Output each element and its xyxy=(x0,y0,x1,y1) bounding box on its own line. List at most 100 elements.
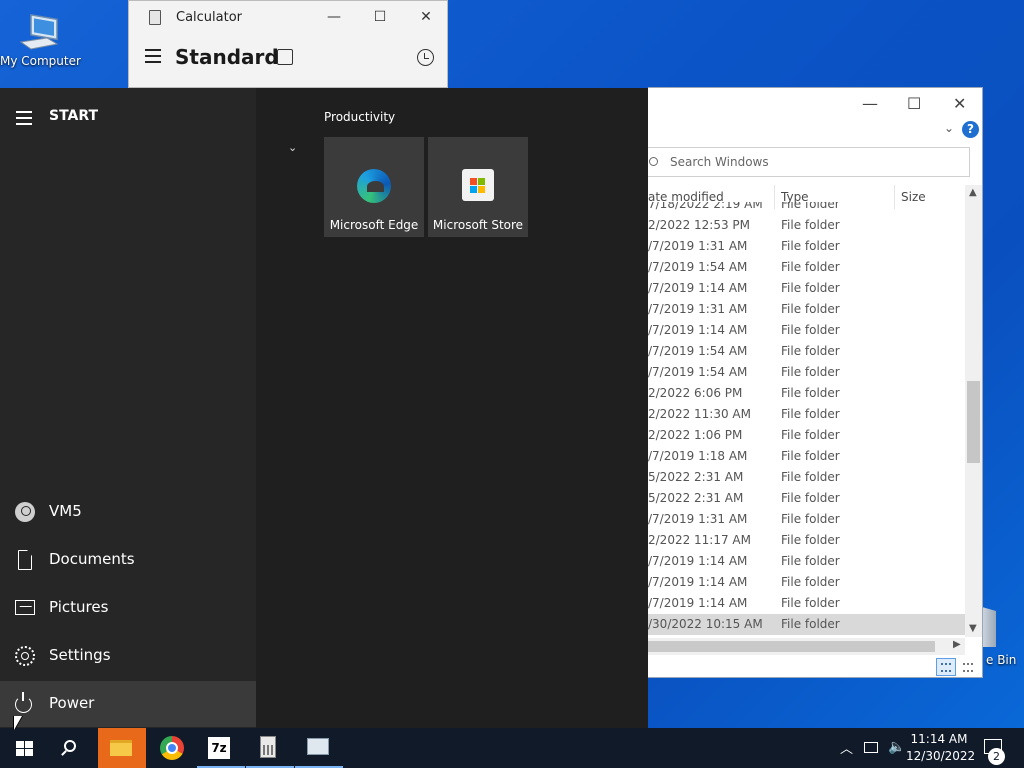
windows-logo-icon xyxy=(16,741,33,756)
taskbar-file-explorer[interactable] xyxy=(98,728,146,768)
start-menu: START VM5 Documents Pictures Settings Po… xyxy=(0,88,648,728)
taskbar-search-button[interactable] xyxy=(48,728,96,768)
window-title: Calculator xyxy=(176,10,243,25)
taskbar-remote-desktop[interactable] xyxy=(295,728,343,768)
row-type: File folder xyxy=(781,617,840,631)
row-date: 2/2022 11:30 AM xyxy=(648,407,751,421)
keep-on-top-icon[interactable] xyxy=(277,49,293,65)
row-type: File folder xyxy=(781,533,840,547)
user-avatar-icon xyxy=(15,502,35,522)
details-view-icon[interactable] xyxy=(936,658,956,676)
history-icon[interactable] xyxy=(417,49,434,66)
start-item-label: Documents xyxy=(49,550,135,568)
network-icon[interactable] xyxy=(864,742,878,753)
calculator-titlebar[interactable]: Calculator — ☐ ✕ xyxy=(129,1,447,35)
table-row[interactable]: /7/2019 1:14 AM File folder xyxy=(648,278,965,299)
row-type: File folder xyxy=(781,344,840,358)
table-row[interactable]: /7/2019 1:14 AM File folder xyxy=(648,320,965,341)
volume-icon[interactable]: 🔈 xyxy=(888,739,905,755)
desktop-icon-my-computer[interactable]: My Computer xyxy=(0,8,81,68)
table-row[interactable]: 5/2022 2:31 AM File folder xyxy=(648,488,965,509)
row-type: File folder xyxy=(781,449,840,463)
minimize-button[interactable]: — xyxy=(326,9,342,25)
hamburger-menu-icon[interactable] xyxy=(16,111,32,129)
close-button[interactable]: ✕ xyxy=(418,9,434,25)
table-row[interactable]: /7/2019 1:14 AM File folder xyxy=(648,593,965,614)
maximize-button[interactable]: ☐ xyxy=(372,9,388,25)
start-item-settings[interactable]: Settings xyxy=(0,633,256,679)
notification-count-badge: 2 xyxy=(988,748,1005,765)
table-row[interactable]: /7/2019 1:31 AM File folder xyxy=(648,509,965,530)
start-menu-sidebar: START VM5 Documents Pictures Settings Po… xyxy=(0,88,256,728)
show-hidden-icons-chevron-icon[interactable]: ︿ xyxy=(840,738,853,757)
row-type: File folder xyxy=(781,512,840,526)
row-date: /7/2019 1:31 AM xyxy=(648,239,748,253)
table-row[interactable]: /7/2019 1:31 AM File folder xyxy=(648,236,965,257)
table-row[interactable]: /7/2019 1:54 AM File folder xyxy=(648,257,965,278)
calculator-mode-title: Standard xyxy=(175,45,279,69)
large-icons-view-icon[interactable] xyxy=(958,658,978,676)
row-date: 7/18/2022 2:19 AM xyxy=(648,202,763,211)
maximize-button[interactable]: ☐ xyxy=(907,94,921,113)
start-item-label: VM5 xyxy=(49,502,82,520)
minimize-button[interactable]: — xyxy=(862,94,878,113)
calculator-window[interactable]: Calculator — ☐ ✕ Standard xyxy=(128,0,448,88)
mouse-cursor-icon xyxy=(14,716,22,730)
table-row[interactable]: /7/2019 1:14 AM File folder xyxy=(648,551,965,572)
table-row[interactable]: 7/18/2022 2:19 AM File folder xyxy=(648,202,965,215)
table-row[interactable]: /7/2019 1:54 AM File folder xyxy=(648,362,965,383)
table-row[interactable]: 2/2022 1:06 PM File folder xyxy=(648,425,965,446)
table-row[interactable]: /7/2019 1:14 AM File folder xyxy=(648,572,965,593)
taskbar-7zip[interactable]: 7z xyxy=(197,728,245,768)
table-row[interactable]: 2/2022 11:17 AM File folder xyxy=(648,530,965,551)
taskbar: 7z ︿ 🔈 11:14 AM 12/30/2022 2 xyxy=(0,728,1024,768)
file-explorer-window[interactable]: — ☐ ✕ ⌄ ? Search Windows ate modified Ty… xyxy=(644,87,983,678)
search-input[interactable]: Search Windows xyxy=(644,147,970,177)
system-clock[interactable]: 11:14 AM 12/30/2022 xyxy=(906,731,975,765)
start-button[interactable] xyxy=(0,728,48,768)
row-type: File folder xyxy=(781,239,840,253)
start-item-documents[interactable]: Documents xyxy=(0,537,256,583)
table-row[interactable]: /7/2019 1:54 AM File folder xyxy=(648,341,965,362)
chevron-down-icon[interactable]: ⌄ xyxy=(288,141,297,154)
chrome-icon xyxy=(160,736,184,760)
taskbar-calculator[interactable] xyxy=(246,728,294,768)
search-icon xyxy=(649,157,658,166)
start-item-user[interactable]: VM5 xyxy=(0,489,256,535)
start-item-pictures[interactable]: Pictures xyxy=(0,585,256,631)
taskbar-chrome[interactable] xyxy=(148,728,196,768)
desktop-icon-recycle-bin[interactable]: e Bin xyxy=(982,603,1024,673)
table-row-selected[interactable]: /30/2022 10:15 AM File folder xyxy=(648,614,965,635)
view-toggle xyxy=(936,658,980,676)
tile-group-label[interactable]: Productivity xyxy=(324,110,395,124)
horizontal-scrollbar[interactable]: ▶ xyxy=(648,638,965,655)
scrollbar-thumb[interactable] xyxy=(648,641,935,652)
hamburger-menu-icon[interactable] xyxy=(145,49,161,67)
table-row[interactable]: 5/2022 2:31 AM File folder xyxy=(648,467,965,488)
scrollbar-thumb[interactable] xyxy=(967,381,980,463)
vertical-scrollbar[interactable]: ▲ ▼ xyxy=(965,185,982,637)
recycle-bin-icon xyxy=(982,607,996,647)
tile-microsoft-edge[interactable]: Microsoft Edge xyxy=(324,137,424,237)
row-date: 2/2022 6:06 PM xyxy=(648,386,743,400)
tile-microsoft-store[interactable]: Microsoft Store xyxy=(428,137,528,237)
close-button[interactable]: ✕ xyxy=(953,94,966,113)
scroll-right-arrow-icon[interactable]: ▶ xyxy=(953,639,961,650)
table-row[interactable]: /7/2019 1:18 AM File folder xyxy=(648,446,965,467)
start-item-label: Pictures xyxy=(49,598,109,616)
table-row[interactable]: 2/2022 12:53 PM File folder xyxy=(648,215,965,236)
scroll-down-arrow-icon[interactable]: ▼ xyxy=(969,623,977,634)
edge-icon xyxy=(357,169,391,203)
table-row[interactable]: 2/2022 6:06 PM File folder xyxy=(648,383,965,404)
row-type: File folder xyxy=(781,323,840,337)
chevron-down-icon[interactable]: ⌄ xyxy=(944,121,954,135)
table-row[interactable]: 2/2022 11:30 AM File folder xyxy=(648,404,965,425)
start-item-power[interactable]: Power xyxy=(0,681,256,727)
help-icon[interactable]: ? xyxy=(962,121,979,138)
scroll-up-arrow-icon[interactable]: ▲ xyxy=(969,187,977,198)
row-type: File folder xyxy=(781,202,840,211)
desktop-icon-label: My Computer xyxy=(0,54,81,68)
row-type: File folder xyxy=(781,470,840,484)
row-date: /7/2019 1:31 AM xyxy=(648,512,748,526)
table-row[interactable]: /7/2019 1:31 AM File folder xyxy=(648,299,965,320)
